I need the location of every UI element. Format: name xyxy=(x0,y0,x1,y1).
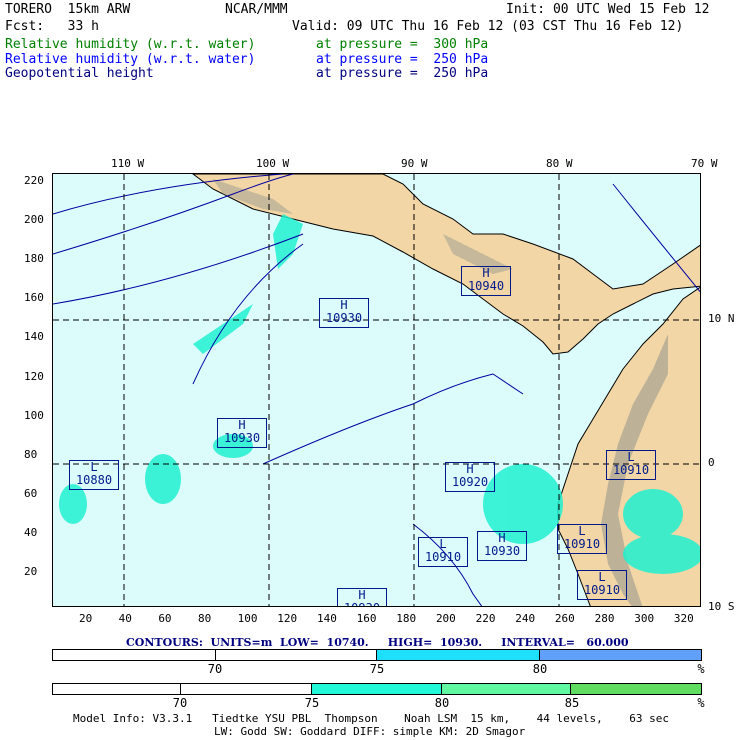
center-value: 10930 xyxy=(223,431,261,445)
pressure-center-label: H 10920 xyxy=(445,462,495,492)
center-value: 10930 xyxy=(338,602,386,607)
model-info-line2: LW: Godd SW: Goddard DIFF: simple KM: 2D… xyxy=(214,725,526,738)
colorbar2-label: 70 xyxy=(172,696,188,710)
pressure-center-label: H10930 xyxy=(477,531,527,561)
x-tick-label: 260 xyxy=(554,612,575,625)
y-tick-label: 200 xyxy=(24,213,44,227)
colorbar2-label: 85 xyxy=(564,696,580,710)
pressure-center-label: H10930 xyxy=(319,298,369,328)
center-value: 10920 xyxy=(451,475,489,489)
pressure-center-label: H10930 xyxy=(217,418,267,448)
field1-level: at pressure = 300 hPa xyxy=(316,37,489,52)
forecast-hour: Fcst: 33 h xyxy=(5,19,99,34)
right-latitude-label: 10 N xyxy=(708,312,735,325)
x-tick-label: 140 xyxy=(316,612,337,625)
valid-time: Valid: 09 UTC Thu 16 Feb 12 (03 CST Thu … xyxy=(292,19,684,34)
colorbar-rh-250 xyxy=(52,649,702,661)
field2-level: at pressure = 250 hPa xyxy=(316,52,489,67)
top-longitude-label: 80 W xyxy=(546,157,573,170)
colorbar1-segment xyxy=(377,650,540,660)
colorbar2-label: % xyxy=(697,696,705,710)
y-tick-label: 160 xyxy=(24,291,44,305)
map-plot: H 10940 H 10930 H 10930 L 10880 H 10920 L 10910 L 109… xyxy=(52,173,701,607)
y-tick-label: 100 xyxy=(24,408,44,422)
center-value: 10880 xyxy=(75,473,113,487)
y-tick-label: 180 xyxy=(24,252,44,266)
pressure-center-label: H10930 xyxy=(337,588,387,607)
pressure-center-label: L 10910 xyxy=(577,570,627,600)
pressure-center-label: L 10910 xyxy=(606,450,656,480)
colorbar2-segment xyxy=(312,684,442,694)
field3-name: Geopotential height xyxy=(5,66,154,81)
colorbar2-segment xyxy=(53,684,181,694)
model-title: TORERO 15km ARW xyxy=(5,2,131,17)
weather-map-figure: TORERO 15km ARW NCAR/MMM Init: 00 UTC We… xyxy=(0,0,740,740)
center-value: 10940 xyxy=(467,279,505,293)
center-value: 10910 xyxy=(563,537,601,551)
x-tick-label: 200 xyxy=(435,612,456,625)
contours-info: CONTOURS: UNITS=m LOW= 10740. HIGH= 1093… xyxy=(126,636,629,649)
y-tick-label: 20 xyxy=(24,565,38,578)
colorbar-rh-300 xyxy=(52,683,702,695)
center-value: 10910 xyxy=(424,550,462,564)
x-tick-label: 160 xyxy=(356,612,377,625)
x-tick-label: 120 xyxy=(277,612,298,625)
x-tick-label: 20 xyxy=(79,612,93,625)
colorbar1-segment xyxy=(53,650,216,660)
field1-name: Relative humidity (w.r.t. water) xyxy=(5,37,256,52)
top-longitude-label: 70 W xyxy=(691,157,718,170)
y-tick-label: 80 xyxy=(24,447,38,461)
x-tick-label: 300 xyxy=(634,612,655,625)
field2-name: Relative humidity (w.r.t. water) xyxy=(5,52,256,67)
field3-level: at pressure = 250 hPa xyxy=(316,66,489,81)
top-longitude-label: 110 W xyxy=(111,157,145,170)
x-tick-label: 60 xyxy=(158,612,172,625)
right-latitude-label: 10 S xyxy=(708,600,735,613)
colorbar1-label: % xyxy=(697,662,705,676)
colorbar2-label: 80 xyxy=(434,696,450,710)
top-longitude-label: 100 W xyxy=(256,157,290,170)
top-longitude-label: 90 W xyxy=(401,157,428,170)
colorbar2-segment xyxy=(571,684,701,694)
x-tick-label: 180 xyxy=(396,612,417,625)
x-tick-label: 240 xyxy=(515,612,536,625)
colorbar1-label: 75 xyxy=(369,662,385,676)
pressure-center-label: H 10940 xyxy=(461,266,511,296)
y-tick-label: 220 xyxy=(24,174,44,187)
y-tick-label: 60 xyxy=(24,486,38,500)
right-latitude-label: 0 xyxy=(708,456,715,469)
x-tick-label: 220 xyxy=(475,612,496,625)
y-tick-label: 140 xyxy=(24,330,44,344)
colorbar2-label: 75 xyxy=(304,696,320,710)
colorbar2-segment xyxy=(180,684,313,694)
x-tick-label: 320 xyxy=(673,612,694,625)
colorbar1-segment xyxy=(539,650,701,660)
x-tick-label: 40 xyxy=(118,612,132,625)
center-value: 10930 xyxy=(325,311,363,325)
colorbar1-segment xyxy=(215,650,377,660)
colorbar1-label: 70 xyxy=(207,662,223,676)
y-tick-label: 120 xyxy=(24,369,44,383)
colorbar1-label: 80 xyxy=(532,662,548,676)
pressure-center-label: L 10910 xyxy=(418,537,468,567)
y-tick-label: 40 xyxy=(24,525,38,539)
x-tick-label: 80 xyxy=(197,612,212,625)
center-value: 10930 xyxy=(483,544,521,558)
x-tick-label: 280 xyxy=(594,612,615,625)
organization: NCAR/MMM xyxy=(225,2,288,17)
pressure-center-label: L 10910 xyxy=(557,524,607,554)
center-value: 10910 xyxy=(612,463,650,477)
pressure-center-label: L 10880 xyxy=(69,460,119,490)
init-time: Init: 00 UTC Wed 15 Feb 12 xyxy=(506,2,710,17)
x-tick-label: 100 xyxy=(237,612,258,625)
colorbar2-segment xyxy=(441,684,572,694)
center-value: 10910 xyxy=(583,583,621,597)
